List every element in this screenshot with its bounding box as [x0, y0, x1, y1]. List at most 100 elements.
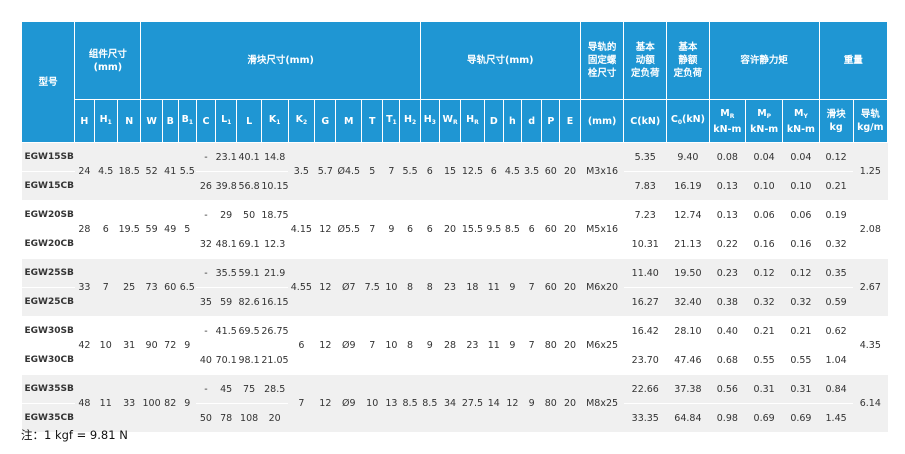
col-MY: MY kN-m	[782, 99, 820, 143]
cell-C_kN: 16.27	[623, 287, 667, 317]
header-dynamic-load: 基本 动额 定负荷	[623, 21, 668, 100]
cell-T1: 13	[382, 374, 400, 433]
cell-C_kN: 16.42	[623, 316, 667, 346]
cell-MY: 0.10	[782, 171, 820, 201]
header-rail: 导轨尺寸(mm)	[419, 21, 581, 100]
cell-C: -	[196, 258, 216, 288]
header-bolt: 导轨的 固定螺 栓尺寸	[579, 21, 625, 100]
cell-W: 52	[140, 142, 163, 201]
cell-kg: 0.35	[819, 258, 854, 288]
cell-H1: 7	[94, 258, 118, 317]
cell-C0: 19.50	[666, 258, 710, 288]
cell-L: 98.1	[236, 345, 262, 375]
cell-bolt: M8x25	[580, 374, 624, 433]
col-B1: B1	[177, 99, 197, 143]
cell-MP: 0.21	[745, 316, 783, 346]
col-C: C	[195, 99, 217, 143]
cell-MR: 0.13	[709, 171, 746, 201]
cell-MR: 0.40	[709, 316, 746, 346]
cell-B: 41	[162, 142, 179, 201]
cell-d: 9	[521, 374, 542, 433]
cell-kg: 1.04	[819, 345, 854, 375]
cell-C_kN: 23.70	[623, 345, 667, 375]
col-WR: WR	[438, 99, 462, 143]
table-row: EGW25SB 33 7 25 73 60 6.5-35.5 59.1 21.9 4.55 12 Ø7…	[21, 258, 888, 317]
col-W: W	[140, 99, 163, 143]
table-row: EGW30SB 42 10 31 90 72 9-41.5 69.5 26.75 6 12 Ø9 7 10…	[21, 316, 888, 375]
footnote: 注：1 kgf = 9.81 N	[21, 428, 128, 442]
cell-C0: 28.10	[666, 316, 710, 346]
cell-MP: 0.16	[745, 229, 783, 259]
cell-M: Ø7	[335, 258, 362, 317]
cell-model: EGW35SB	[21, 374, 75, 404]
cell-K1: 20	[261, 403, 289, 433]
cell-kg: 0.32	[819, 229, 854, 259]
col-L: L	[236, 99, 262, 143]
cell-N: 33	[117, 374, 141, 433]
cell-K1: 16.15	[261, 287, 289, 317]
cell-D: 11	[484, 258, 504, 317]
cell-WR: 23	[439, 258, 461, 317]
cell-MY: 0.12	[782, 258, 820, 288]
cell-H3: 6	[420, 200, 440, 259]
header-block: 滑块尺寸(mm)	[140, 21, 421, 100]
cell-MY: 0.04	[782, 142, 820, 172]
cell-h: 9	[503, 316, 522, 375]
cell-P: 80	[541, 316, 560, 375]
cell-K1: 14.8	[261, 142, 289, 172]
cell-H: 42	[74, 316, 94, 375]
cell-MR: 0.38	[709, 287, 746, 317]
cell-L1: 48.1	[215, 229, 237, 259]
cell-kgm: 4.35	[853, 316, 888, 375]
col-c0-unit: C0(kN)	[666, 99, 710, 143]
cell-C_kN: 7.83	[623, 171, 667, 201]
cell-N: 25	[117, 258, 141, 317]
cell-M: Ø5.5	[335, 200, 362, 259]
cell-HR: 15.5	[460, 200, 485, 259]
cell-H2: 8.5	[399, 374, 421, 433]
cell-M: Ø9	[335, 374, 362, 433]
cell-bolt: M6x20	[580, 258, 624, 317]
cell-B1: 9	[178, 374, 197, 433]
cell-kgm: 2.67	[853, 258, 888, 317]
cell-model: EGW30CB	[21, 345, 75, 375]
cell-N: 18.5	[117, 142, 141, 201]
col-H: H	[74, 99, 95, 143]
cell-E: 20	[559, 258, 581, 317]
cell-C: -	[196, 374, 216, 404]
cell-d: 7	[521, 258, 542, 317]
cell-MY: 0.16	[782, 229, 820, 259]
cell-H2: 6	[399, 200, 421, 259]
cell-N: 19.5	[117, 200, 141, 259]
col-MP: MP kN-m	[744, 99, 784, 143]
cell-K2: 4.15	[288, 200, 315, 259]
header-model: 型号	[20, 21, 76, 143]
cell-model: EGW25SB	[21, 258, 75, 288]
cell-MP: 0.04	[745, 142, 783, 172]
cell-HR: 18	[460, 258, 485, 317]
cell-T: 7.5	[361, 258, 383, 317]
cell-MY: 0.32	[782, 287, 820, 317]
cell-B1: 9	[178, 316, 197, 375]
cell-C: -	[196, 142, 216, 172]
cell-C: 50	[196, 403, 216, 433]
col-MR: MR kN-m	[708, 99, 746, 143]
cell-C: -	[196, 316, 216, 346]
col-bolt-unit: (mm)	[579, 99, 625, 143]
col-D: D	[483, 99, 504, 143]
cell-B: 72	[162, 316, 179, 375]
cell-WR: 15	[439, 142, 461, 201]
cell-MR: 0.98	[709, 403, 746, 433]
cell-kg: 0.21	[819, 171, 854, 201]
cell-H: 24	[74, 142, 94, 201]
col-T1: T1	[382, 99, 401, 143]
cell-T: 5	[361, 142, 383, 201]
cell-WR: 20	[439, 200, 461, 259]
cell-K1: 21.9	[261, 258, 289, 288]
cell-h: 8.5	[503, 200, 522, 259]
cell-E: 20	[559, 142, 581, 201]
cell-C_kN: 10.31	[623, 229, 667, 259]
col-N: N	[116, 99, 142, 143]
cell-G: 12	[314, 258, 336, 317]
header-weight: 重量	[818, 21, 889, 100]
